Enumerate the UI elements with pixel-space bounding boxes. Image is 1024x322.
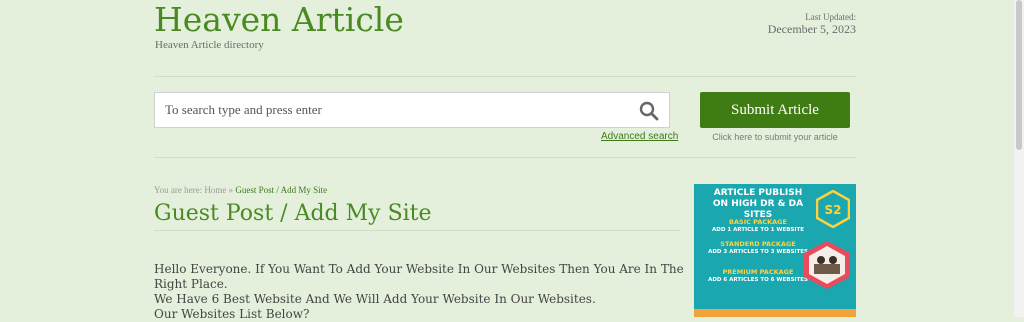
ad-package-desc: ADD 3 ARTICLES TO 3 WEBSITES [708, 249, 808, 255]
submit-article-button[interactable]: Submit Article [700, 92, 850, 128]
ad-package-name: PREMIUM PACKAGE [722, 268, 794, 276]
search-divider [154, 157, 856, 158]
article-publish-ad[interactable]: ARTICLE PUBLISH ON HIGH DR & DA SITES BA… [694, 184, 856, 317]
search-input[interactable] [165, 93, 635, 127]
header-divider [154, 76, 856, 77]
ad-package: PREMIUM PACKAGE ADD 6 ARTICLES TO 6 WEBS… [698, 268, 818, 284]
advanced-search-link[interactable]: Advanced search [601, 131, 678, 142]
content-line: Hello Everyone. If You Want To Add Your … [154, 262, 684, 291]
title-divider [154, 230, 680, 231]
breadcrumb-current: Guest Post / Add My Site [235, 185, 328, 195]
ad-headline-line: ARTICLE PUBLISH [713, 188, 803, 198]
last-updated-label: Last Updated: [805, 12, 856, 22]
scrollbar-thumb[interactable] [1016, 0, 1022, 150]
ad-headline: ARTICLE PUBLISH ON HIGH DR & DA SITES [698, 188, 818, 221]
submit-caption: Click here to submit your article [712, 132, 838, 142]
ad-package-desc: ADD 6 ARTICLES TO 6 WEBSITES [708, 277, 808, 283]
site-title[interactable]: Heaven Article [154, 0, 404, 40]
ad-package: BASIC PACKAGE ADD 1 ARTICLE TO 1 WEBSITE [698, 218, 818, 234]
search-icon[interactable] [639, 101, 659, 121]
last-updated-date: December 5, 2023 [767, 22, 856, 36]
search-box [154, 92, 670, 128]
ad-logo-icon: S2 [816, 190, 850, 228]
content-line: Our Websites List Below? [154, 307, 310, 321]
page-title: Guest Post / Add My Site [154, 201, 432, 226]
ad-package-name: STANDERD PACKAGE [720, 240, 796, 248]
breadcrumb: You are here: Home » Guest Post / Add My… [154, 185, 327, 195]
ad-package: STANDERD PACKAGE ADD 3 ARTICLES TO 3 WEB… [698, 240, 818, 256]
breadcrumb-prefix: You are here: [154, 185, 203, 195]
content-line: We Have 6 Best Website And We Will Add Y… [154, 292, 596, 306]
ad-photo-icon [804, 241, 850, 289]
svg-text:S2: S2 [825, 203, 842, 217]
page-content: Hello Everyone. If You Want To Add Your … [154, 262, 694, 322]
ad-package-desc: ADD 1 ARTICLE TO 1 WEBSITE [712, 227, 804, 233]
breadcrumb-separator: » [228, 185, 234, 195]
breadcrumb-home[interactable]: Home [204, 185, 226, 195]
site-tagline: Heaven Article directory [155, 39, 264, 51]
ad-package-name: BASIC PACKAGE [729, 218, 787, 226]
ad-bottom-strip [694, 309, 856, 317]
